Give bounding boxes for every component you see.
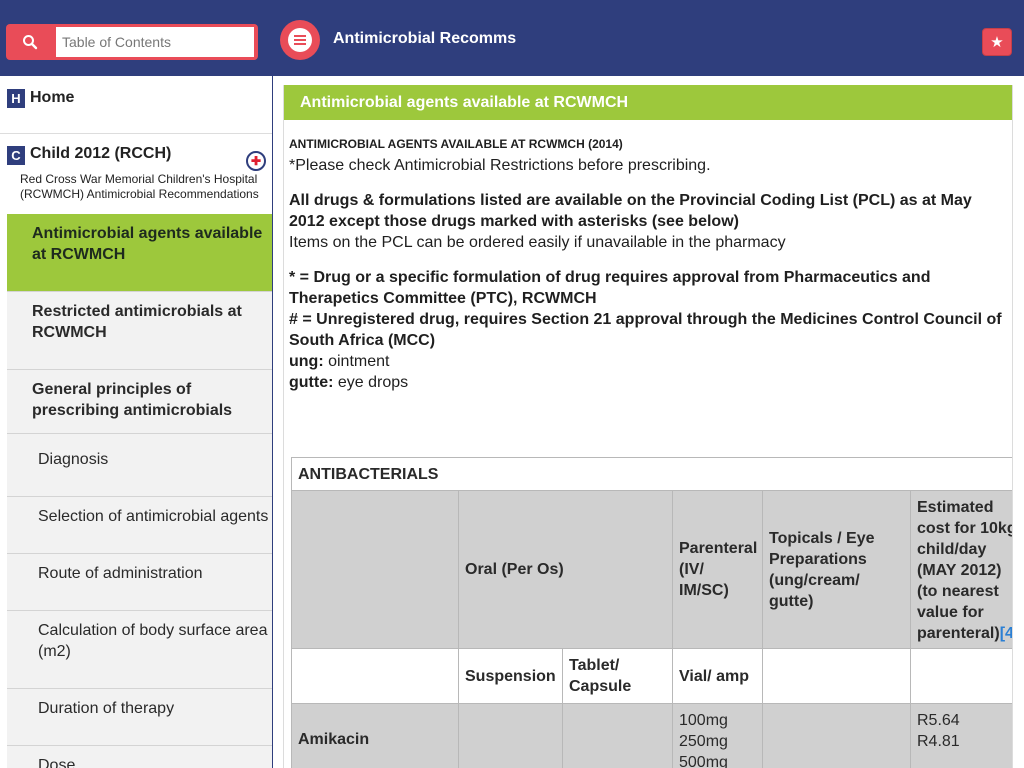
subheader-vial: Vial/ amp (672, 648, 763, 704)
gutte-value: eye drops (333, 374, 409, 391)
header-parenteral: Parenteral (IV/ IM/SC) (672, 490, 763, 649)
content-panel: Antimicrobial agents available at RCWMCH… (283, 85, 1013, 768)
suspension-cell (458, 703, 563, 768)
vial-cell: 100mg 250mg 500mg (672, 703, 763, 768)
subheader-tablet: Tablet/ Capsule (562, 648, 673, 704)
subheader-empty (909, 648, 1012, 704)
sidebar-item-antimicrobial-agents[interactable]: Antimicrobial agents available at RCWMCH (7, 214, 272, 292)
pcl-bold-text: All drugs & formulations listed are avai… (289, 192, 972, 230)
header-cost: Estimated cost for 10kg child/day (MAY 2… (909, 490, 1013, 649)
document-title: ANTIMICROBIAL AGENTS AVAILABLE AT RCWMCH… (289, 137, 623, 151)
content-header: Antimicrobial agents available at RCWMCH (284, 85, 1012, 120)
content-body: ANTIMICROBIAL AGENTS AVAILABLE AT RCWMCH… (289, 137, 1009, 393)
legend-block: * = Drug or a specific formulation of dr… (289, 267, 1009, 393)
legend-ung: ung: ointment (289, 351, 1009, 372)
legend-hash: # = Unregistered drug, requires Section … (289, 311, 1002, 349)
header-topicals: Topicals / Eye Preparations (ung/cream/ … (762, 490, 911, 649)
sidebar-item-diagnosis[interactable]: Diagnosis (7, 434, 272, 497)
antibacterials-table: ANTIBACTERIALS Oral (Per Os) Parenteral … (291, 457, 1013, 768)
sidebar-home[interactable]: H Home (0, 76, 272, 134)
sidebar-item-route[interactable]: Route of administration (7, 554, 272, 611)
pcl-paragraph: All drugs & formulations listed are avai… (289, 190, 1009, 253)
sidebar-item-label: General principles of prescribing antimi… (32, 381, 233, 419)
favorite-button[interactable]: ★ (982, 28, 1012, 56)
legend-gutte: gutte: eye drops (289, 372, 1009, 393)
subheader-empty (291, 648, 459, 704)
drug-name-cell: Amikacin (291, 703, 459, 768)
ung-value: ointment (323, 353, 390, 370)
search-icon (23, 35, 38, 50)
hospital-logo-icon: ✚ (246, 151, 266, 171)
sidebar-item-selection[interactable]: Selection of antimicrobial agents (7, 497, 272, 554)
restriction-note: *Please check Antimicrobial Restrictions… (289, 157, 711, 174)
header-drug-cell (291, 490, 459, 649)
sidebar-item-label: Calculation of body surface area (m2) (38, 622, 268, 660)
header-cost-text: Estimated cost for 10kg child/day (MAY 2… (917, 499, 1013, 642)
gutte-label: gutte: (289, 374, 334, 391)
table-section-title: ANTIBACTERIALS (291, 457, 1012, 491)
cost-cell: R5.64 R4.81 (909, 703, 1012, 768)
sidebar-item-label: Duration of therapy (38, 700, 175, 717)
sidebar: H Home C Child 2012 (RCCH) ✚ Red Cross W… (0, 76, 273, 768)
content-heading: Antimicrobial agents available at RCWMCH (300, 94, 629, 111)
section-badge: C (7, 146, 25, 165)
sidebar-item-label: Route of administration (38, 565, 203, 582)
star-icon: ★ (990, 34, 1004, 51)
search-input[interactable] (56, 27, 254, 57)
header-oral: Oral (Per Os) (458, 490, 673, 649)
antibacterials-table-area[interactable]: ANTIBACTERIALS Oral (Per Os) Parenteral … (291, 457, 1013, 768)
home-badge: H (7, 89, 25, 108)
tablet-cell (562, 703, 673, 768)
sidebar-item-label: Dose (38, 757, 76, 768)
sidebar-section-child[interactable]: C Child 2012 (RCCH) ✚ Red Cross War Memo… (0, 134, 272, 214)
top-bar: Antimicrobial Recomms ★ (0, 0, 1024, 76)
search-box (6, 24, 258, 60)
ung-label: ung: (289, 353, 324, 370)
search-button[interactable] (6, 24, 54, 60)
menu-button[interactable] (280, 20, 320, 60)
section-subtitle: Red Cross War Memorial Children's Hospit… (20, 172, 259, 201)
sidebar-item-label: Restricted antimicrobials at RCWMCH (32, 303, 242, 341)
sidebar-item-dose[interactable]: Dose (7, 746, 272, 768)
legend-star: * = Drug or a specific formulation of dr… (289, 269, 931, 307)
sidebar-item-label: Selection of antimicrobial agents (38, 508, 269, 525)
app-title: Antimicrobial Recomms (333, 30, 517, 47)
sidebar-item-label: Diagnosis (38, 451, 109, 468)
section-label: Child 2012 (RCCH) (30, 145, 172, 162)
sidebar-item-label: Antimicrobial agents available at RCWMCH (32, 225, 263, 263)
sidebar-item-restricted-antimicrobials[interactable]: Restricted antimicrobials at RCWMCH (7, 292, 272, 370)
sidebar-item-general-principles[interactable]: General principles of prescribing antimi… (7, 370, 272, 434)
cost-reference-link[interactable]: [4] (1000, 625, 1012, 642)
sidebar-item-duration[interactable]: Duration of therapy (7, 689, 272, 746)
menu-icon (288, 28, 312, 52)
pcl-plain-text: Items on the PCL can be ordered easily i… (289, 234, 786, 251)
subheader-empty (762, 648, 911, 704)
table-row: Amikacin 100mg 250mg 500mg R5.64 R4.81 (291, 703, 1012, 768)
topical-cell (762, 703, 911, 768)
subheader-suspension: Suspension (458, 648, 563, 704)
sidebar-item-body-surface-area[interactable]: Calculation of body surface area (m2) (7, 611, 272, 689)
home-label: Home (30, 89, 75, 106)
